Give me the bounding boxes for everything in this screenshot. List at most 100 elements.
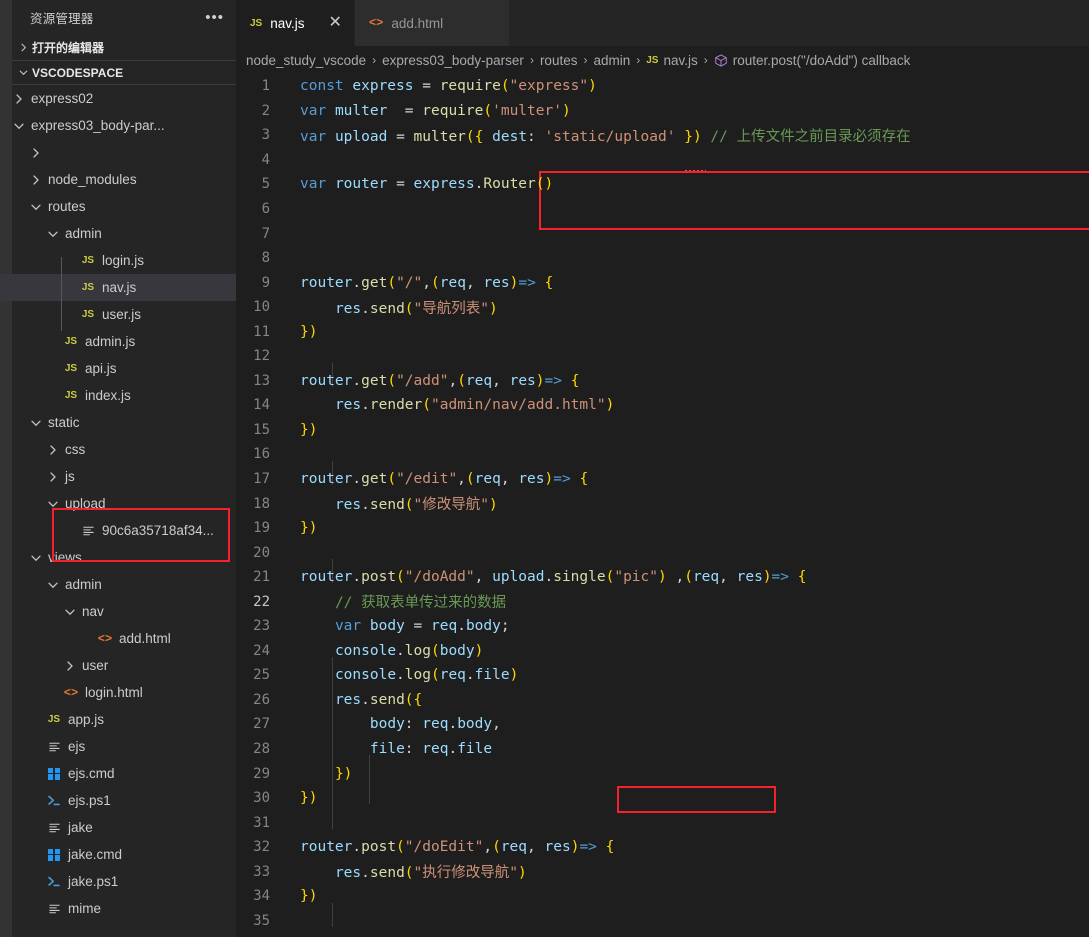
code-line-10[interactable]: 10 res.send("导航列表") (236, 295, 1089, 320)
code-line-22[interactable]: 22 // 获取表单传过来的数据 (236, 589, 1089, 614)
tree-item-ejs-ps1[interactable]: ejs.ps1 (0, 787, 236, 814)
tree-item-index-js[interactable]: JS index.js (0, 382, 236, 409)
tree-item-app-js[interactable]: JS app.js (0, 706, 236, 733)
chevron-right-icon[interactable] (27, 147, 44, 158)
tree-item-login-html[interactable]: <> login.html (0, 679, 236, 706)
workspace-section[interactable]: VSCODESPACE (0, 60, 236, 85)
chevron-right-icon[interactable] (27, 174, 44, 185)
code-token: res (334, 865, 362, 882)
code-line-18[interactable]: 18 res.send("修改导航") (236, 491, 1089, 516)
code-line-17[interactable]: 17 router.get("/edit",(req, res)=> { (236, 467, 1089, 492)
tree-item-static[interactable]: static (0, 409, 236, 436)
chevron-down-icon[interactable] (44, 499, 61, 509)
tree-item-nav-js[interactable]: JS nav.js (0, 274, 236, 301)
code-line-11[interactable]: 11}) (236, 319, 1089, 344)
chevron-down-icon[interactable] (27, 418, 44, 428)
tree-item-express02[interactable]: express02 (0, 85, 236, 112)
close-icon[interactable]: ✕ (329, 15, 342, 31)
code-line-27[interactable]: 27 body: req.body, (236, 712, 1089, 737)
chevron-right-icon[interactable] (44, 444, 61, 455)
tree-item-user-js[interactable]: JS user.js (0, 301, 236, 328)
code-line-7[interactable]: 7 (236, 221, 1089, 246)
code-line-9[interactable]: 9 router.get("/",(req, res)=> { (236, 270, 1089, 295)
breadcrumb-item-5[interactable]: router.post("/doAdd") callback (714, 53, 910, 68)
chevron-down-icon[interactable] (27, 553, 44, 563)
tree-item-css[interactable]: css (0, 436, 236, 463)
tree-item-views-admin[interactable]: admin (0, 571, 236, 598)
bracket-token: ( (396, 839, 405, 856)
code-line-4[interactable]: 4 (236, 148, 1089, 173)
code-line-25[interactable]: 25 console.log(req.file) (236, 663, 1089, 688)
tree-item-views[interactable]: views (0, 544, 236, 571)
code-line-32[interactable]: 32 router.post("/doEdit",(req, res)=> { (236, 835, 1089, 860)
breadcrumb-item-0[interactable]: node_study_vscode (246, 53, 366, 68)
code-line-16[interactable]: 16 (236, 442, 1089, 467)
breadcrumb-item-1[interactable]: express03_body-parser (382, 53, 524, 68)
code-line-21[interactable]: 21 router.post("/doAdd", upload.single("p… (236, 565, 1089, 590)
code-line-5[interactable]: 5 var router = express.Router() (236, 172, 1089, 197)
tree-item-unnamed-folder[interactable] (0, 139, 236, 166)
tree-item-node-modules[interactable]: node_modules (0, 166, 236, 193)
tree-item-ejs-cmd[interactable]: ejs.cmd (0, 760, 236, 787)
tree-item-jake-ps1[interactable]: jake.ps1 (0, 868, 236, 895)
code-line-33[interactable]: 33 res.send("执行修改导航") (236, 860, 1089, 885)
code-line-14[interactable]: 14 res.render("admin/nav/add.html") (236, 393, 1089, 418)
code-line-13[interactable]: 13 router.get("/add",(req, res)=> { (236, 369, 1089, 394)
more-actions-icon[interactable]: ••• (205, 10, 224, 25)
tree-item-admin[interactable]: admin (0, 220, 236, 247)
chevron-right-icon[interactable] (10, 93, 27, 104)
chevron-down-icon[interactable] (44, 229, 61, 239)
code-line-2[interactable]: 2 var multer = require('multer') (236, 99, 1089, 124)
code-editor[interactable]: 1 const express = require("express") 2 var … (236, 74, 1089, 937)
tree-item-upload[interactable]: upload (0, 490, 236, 517)
tree-item-views-user[interactable]: user (0, 652, 236, 679)
code-line-26[interactable]: 26 res.send({ (236, 688, 1089, 713)
code-line-35[interactable]: 35 (236, 909, 1089, 934)
code-line-12[interactable]: 12 (236, 344, 1089, 369)
tree-item-views-nav[interactable]: nav (0, 598, 236, 625)
code-line-8[interactable]: 8 (236, 246, 1089, 271)
code-line-30[interactable]: 30}) (236, 786, 1089, 811)
tree-item-mime[interactable]: mime (0, 895, 236, 922)
code-line-28[interactable]: 28 file: req.file (236, 737, 1089, 762)
tree-item-api-js[interactable]: JS api.js (0, 355, 236, 382)
open-editors-section[interactable]: 打开的编辑器 (0, 35, 236, 60)
tree-item-login-js[interactable]: JS login.js (0, 247, 236, 274)
tree-item-routes[interactable]: routes (0, 193, 236, 220)
code-line-20[interactable]: 20 (236, 540, 1089, 565)
punct-token (317, 741, 326, 757)
code-line-6[interactable]: 6 (236, 197, 1089, 222)
tree-item-jake[interactable]: jake (0, 814, 236, 841)
tree-item-express03-body-parser[interactable]: express03_body-par... (0, 112, 236, 139)
code-line-3[interactable]: 3 var upload = multer({ dest: 'static/upl… (236, 123, 1089, 148)
code-line-29[interactable]: 29 }) (236, 761, 1089, 786)
chevron-down-icon[interactable] (10, 121, 27, 131)
code-line-1[interactable]: 1 const express = require("express") (236, 74, 1089, 99)
code-line-15[interactable]: 15}) (236, 418, 1089, 443)
code-line-36[interactable]: 36module.exports = router (236, 933, 1089, 937)
breadcrumb-item-4[interactable]: JS nav.js (646, 53, 698, 68)
chevron-down-icon[interactable] (27, 202, 44, 212)
code-line-19[interactable]: 19}) (236, 516, 1089, 541)
code-line-23[interactable]: 23 var body = req.body; (236, 614, 1089, 639)
tree-item-upload-file[interactable]: 90c6a35718af34... (0, 517, 236, 544)
tree-item-add-html[interactable]: <> add.html (0, 625, 236, 652)
code-line-24[interactable]: 24 console.log(body) (236, 639, 1089, 664)
code-line-31[interactable]: 31 (236, 810, 1089, 835)
tab-add-html[interactable]: <>add.html✕ (354, 0, 510, 46)
chevron-right-icon[interactable] (61, 660, 78, 671)
tree-item-admin-js[interactable]: JS admin.js (0, 328, 236, 355)
code-line-34[interactable]: 34}) (236, 884, 1089, 909)
chevron-down-icon[interactable] (61, 607, 78, 617)
breadcrumb-item-2[interactable]: routes (540, 53, 578, 68)
breadcrumb-item-3[interactable]: admin (593, 53, 630, 68)
tree-item-label: routes (48, 199, 86, 214)
tree-item-jake-cmd[interactable]: jake.cmd (0, 841, 236, 868)
tree-item-js-folder[interactable]: js (0, 463, 236, 490)
tree-item-ejs[interactable]: ejs (0, 733, 236, 760)
punct-token (326, 397, 335, 413)
chevron-down-icon[interactable] (44, 580, 61, 590)
tab-nav-js[interactable]: JS nav.js ✕ (236, 0, 355, 46)
bracket-token: ( (404, 300, 414, 317)
chevron-right-icon[interactable] (44, 471, 61, 482)
